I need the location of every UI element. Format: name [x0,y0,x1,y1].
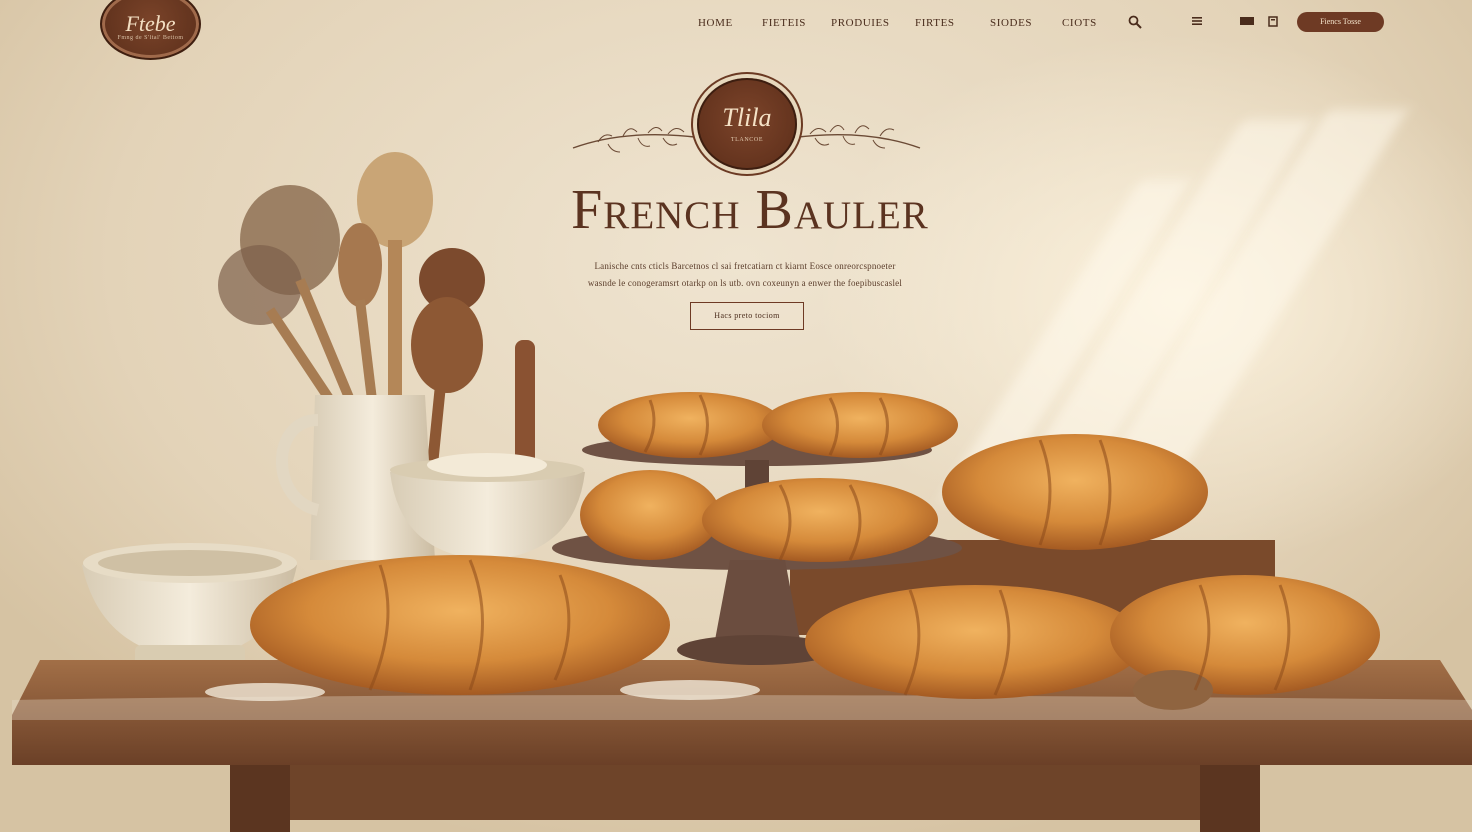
chat-icon[interactable] [1239,15,1255,31]
search-icon[interactable] [1127,15,1143,31]
emblem-script: Tlila [722,103,772,132]
hero-text-line-1: Lanische cnts cticls Barcetnos cl sai fr… [594,261,896,271]
menu-icon[interactable] [1189,15,1205,31]
top-navigation: Ftebe Fmng de S'ltal' Bettom HOME FIETEI… [0,0,1472,60]
hero-description: Lanische cnts cticls Barcetnos cl sai fr… [520,258,970,292]
nav-cta-button[interactable]: Fiencs Tosse [1297,12,1384,32]
bag-icon[interactable] [1265,15,1281,31]
emblem-subtitle: TLANCOE [730,137,764,143]
nav-item-3[interactable]: PRODUIES [831,17,890,29]
logo-subtitle: Fmng de S'ltal' Bettom [117,35,184,41]
nav-item-4[interactable]: FIRTES [915,17,955,29]
nav-item-2[interactable]: FIETEIS [762,17,806,29]
hero-cta-button[interactable]: Hacs preto tociom [690,302,804,330]
nav-item-5[interactable]: SIODES [990,17,1032,29]
logo-script: Ftebe [125,11,176,36]
hero-title: French Bauler [571,179,929,241]
hero-emblem: Tlila TLANCOE [697,78,797,170]
hero-text-line-2: wasnde le conogeramsrt otarkp on ls utb.… [587,278,903,288]
flourish-left-icon [572,127,704,153]
nav-item-6[interactable]: CIOTS [1062,17,1097,29]
nav-item-home[interactable]: HOME [698,17,733,29]
flourish-right-icon [789,125,921,149]
